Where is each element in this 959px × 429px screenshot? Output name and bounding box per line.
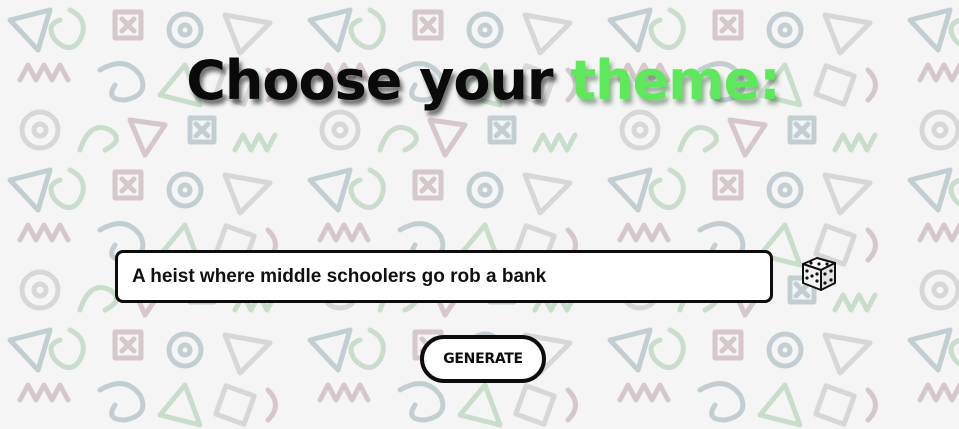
random-theme-button[interactable]: [797, 252, 841, 296]
theme-input[interactable]: [115, 250, 773, 303]
title-accent: theme:: [570, 49, 780, 112]
page-title: Choose your theme:: [0, 48, 959, 114]
title-prefix: Choose your: [186, 49, 553, 112]
dice-icon: [802, 257, 836, 291]
generate-button[interactable]: GENERATE: [420, 335, 546, 383]
